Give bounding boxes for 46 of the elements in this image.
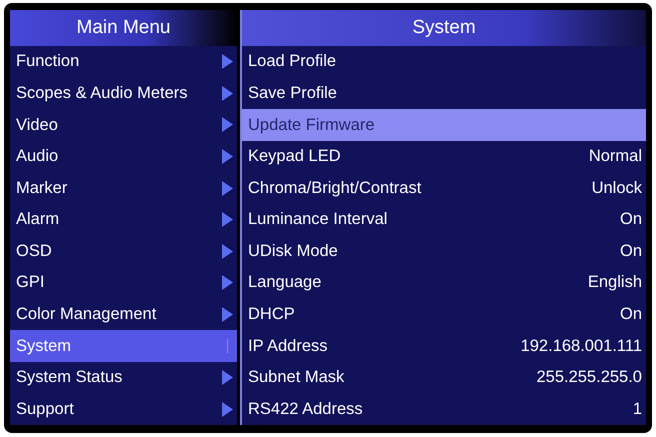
- setting-value: On: [620, 240, 642, 262]
- menu-title: System: [242, 10, 646, 46]
- submenu-arrow-icon: [222, 370, 233, 386]
- menu-item[interactable]: Scopes & Audio Meters: [10, 78, 237, 110]
- menu-item[interactable]: Update Firmware: [242, 109, 646, 141]
- submenu-arrow-icon: [222, 402, 233, 417]
- setting-value: English: [588, 272, 642, 294]
- menu-item[interactable]: IP Address 192.168.001.111: [242, 330, 646, 362]
- setting-value: Normal: [588, 146, 642, 168]
- menu-item[interactable]: Language English: [242, 267, 646, 299]
- setting-value: On: [620, 304, 642, 326]
- submenu-arrow-icon: [222, 117, 233, 132]
- menu-item[interactable]: System: [10, 330, 237, 362]
- menu-title: Main Menu: [10, 10, 237, 46]
- menu-item[interactable]: DHCP On: [242, 298, 646, 330]
- menu-item[interactable]: UDisk Mode On: [242, 235, 646, 268]
- setting-value: 255.255.255.0: [536, 367, 642, 388]
- menu-item[interactable]: Luminance Interval On: [242, 204, 646, 236]
- setting-value: 1: [632, 398, 642, 420]
- submenu-arrow-icon: [222, 244, 233, 259]
- menu-item[interactable]: Keypad LED Normal: [242, 140, 646, 172]
- submenu-arrow-icon: [222, 212, 233, 228]
- submenu-arrow-icon: [222, 54, 233, 70]
- menu-item[interactable]: Subnet Mask 255.255.255.0: [242, 362, 646, 394]
- menu-item[interactable]: Alarm: [10, 204, 237, 236]
- submenu-arrow-icon: [222, 275, 233, 290]
- setting-value: Unlock: [592, 178, 642, 199]
- submenu-arrow-icon: [222, 86, 233, 101]
- menu-item[interactable]: Function: [10, 46, 237, 78]
- menu-item[interactable]: Audio: [10, 140, 237, 172]
- setting-value: On: [620, 209, 642, 230]
- menu-item[interactable]: RS422 Address 1: [242, 393, 646, 425]
- menu-item[interactable]: Chroma/Bright/Contrast Unlock: [242, 172, 646, 204]
- submenu-arrow-icon: [222, 180, 233, 196]
- menu-item[interactable]: Color Management: [10, 298, 237, 330]
- menu-item[interactable]: Support: [10, 393, 237, 425]
- menu-item[interactable]: GPI: [10, 267, 237, 299]
- menu-item[interactable]: Video: [10, 109, 237, 141]
- menu-item[interactable]: Load Profile: [242, 46, 646, 78]
- submenu-arrow-icon: [222, 306, 233, 322]
- menu-item[interactable]: OSD: [10, 235, 237, 268]
- setting-value: 192.168.001.111: [520, 336, 642, 357]
- menu-item[interactable]: Marker: [10, 172, 237, 204]
- menu-item[interactable]: Save Profile: [242, 78, 646, 110]
- submenu-arrow-icon: [222, 149, 233, 164]
- menu-item[interactable]: System Status: [10, 362, 237, 394]
